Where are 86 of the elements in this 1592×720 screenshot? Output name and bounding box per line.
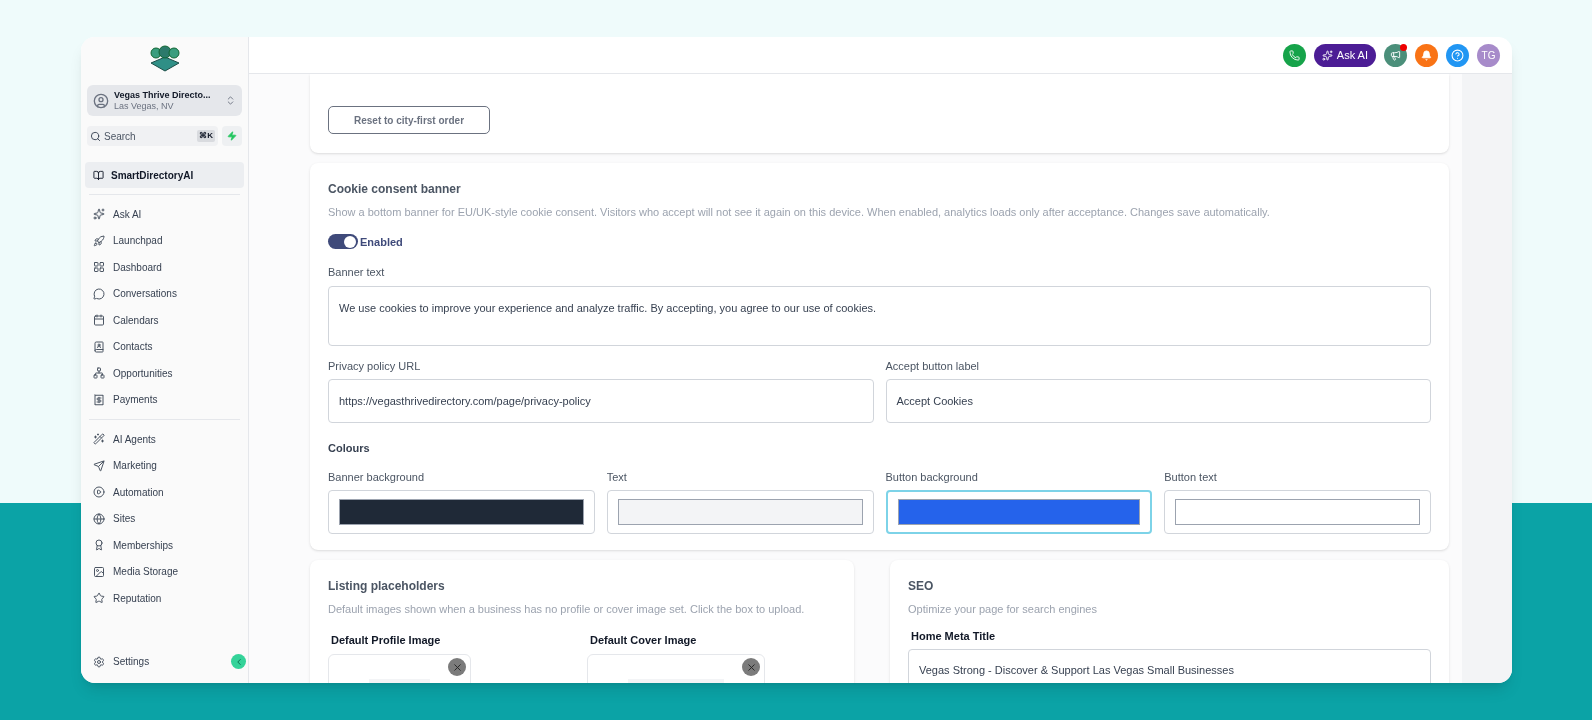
nav-item[interactable]: Sites	[89, 505, 240, 532]
globe-icon	[93, 512, 105, 525]
image-label: Default Cover Image	[589, 632, 698, 648]
text-field[interactable]: https://vegasthrivedirectory.com/page/privacy-policy	[328, 379, 874, 423]
account-name: Vegas Thrive Directo...	[114, 89, 212, 101]
nav-item[interactable]: Marketing	[89, 452, 240, 479]
nav-item[interactable]: Payments	[89, 386, 240, 413]
nav-item[interactable]: Calendars	[89, 307, 240, 334]
shortcut-badge: ⌘K	[197, 130, 215, 142]
network-icon	[93, 367, 105, 380]
workspace-item[interactable]: SmartDirectoryAI	[85, 162, 244, 188]
field-label: Accept button label	[885, 358, 981, 374]
close-icon	[745, 661, 757, 673]
wand-icon	[93, 433, 105, 446]
ask-ai-button[interactable]: Ask AI	[1313, 43, 1376, 67]
nav-item[interactable]: Contacts	[89, 333, 240, 360]
settings-item[interactable]: Settings	[93, 654, 150, 669]
nav-item[interactable]: Media Storage	[89, 558, 240, 585]
toggle-label: Enabled	[360, 234, 403, 250]
remove-image-button[interactable]	[742, 658, 760, 676]
colours-heading: Colours	[328, 441, 371, 456]
sparkles-icon	[93, 208, 105, 221]
section-description: Optimize your page for search engines	[908, 602, 1098, 617]
section-title: SEO	[908, 578, 935, 595]
nav-item[interactable]: Memberships	[89, 532, 240, 559]
lightning-icon	[227, 131, 237, 141]
section-description: Default images shown when a business has no profile or cover image set. Click the box to upload.	[328, 602, 806, 617]
star-icon	[93, 592, 105, 605]
location-avatar-icon	[93, 92, 109, 109]
help-icon	[1451, 48, 1464, 62]
search-icon	[90, 130, 101, 142]
nav-item[interactable]: Launchpad	[89, 227, 240, 254]
text-field[interactable]: Vegas Strong - Discover & Support Las Vegas Small Businesses	[908, 649, 1431, 683]
reset-order-button[interactable]: Reset to city-first order	[328, 106, 491, 134]
account-location: Las Vegas, NV	[114, 100, 175, 112]
section-title: Listing placeholders	[328, 578, 446, 595]
address-book-icon	[93, 340, 105, 353]
receipt-icon	[93, 393, 105, 406]
field-label: Banner background	[328, 469, 425, 485]
section-title: Cookie consent banner	[328, 181, 462, 198]
play-circle-icon	[93, 486, 105, 499]
account-switcher[interactable]: Vegas Thrive Directo... Las Vegas, NV	[87, 85, 242, 116]
nav-item[interactable]: Ask AI	[89, 201, 240, 228]
remove-image-button[interactable]	[448, 658, 466, 676]
section-description: Show a bottom banner for EU/UK-style cookie consent. Visitors who accept will not see it again on this device. When enabled, analytics loads only after acceptance. Changes save automatically.	[328, 205, 1271, 220]
announcements-button[interactable]	[1384, 43, 1407, 67]
book-icon	[93, 169, 104, 181]
phone-button[interactable]	[1282, 43, 1306, 67]
paper-plane-icon	[93, 459, 105, 472]
chevrons-icon	[225, 95, 236, 106]
image-icon	[93, 565, 105, 578]
collapse-button[interactable]	[231, 654, 246, 669]
field-label: Button background	[885, 469, 979, 485]
megaphone-icon	[1390, 49, 1401, 61]
toggle-switch[interactable]	[328, 234, 358, 250]
field-label: Home Meta Title	[910, 628, 997, 644]
nav-item[interactable]: Conversations	[89, 280, 240, 307]
field-label: Privacy policy URL	[328, 358, 422, 374]
notifications-button[interactable]	[1415, 43, 1438, 67]
close-icon	[451, 661, 463, 673]
nav-item[interactable]: Opportunities	[89, 360, 240, 387]
sparkles-icon	[1321, 49, 1333, 61]
field-label: Text	[606, 469, 628, 485]
phone-icon	[1288, 49, 1300, 61]
nav-item[interactable]: AI Agents	[89, 426, 240, 453]
bell-icon	[1421, 49, 1432, 61]
nav-item[interactable]: Reputation	[89, 585, 240, 612]
image-label: Default Profile Image	[330, 632, 442, 648]
grid-icon	[93, 261, 105, 274]
calendar-icon	[93, 314, 105, 327]
search-field[interactable]: Search ⌘K	[87, 126, 218, 146]
award-icon	[93, 539, 105, 552]
color-picker-field[interactable]	[885, 490, 1153, 534]
rocket-icon	[93, 234, 105, 247]
field-label: Button text	[1164, 469, 1218, 485]
color-picker-field[interactable]	[606, 490, 874, 534]
field-label: Banner text	[328, 265, 386, 280]
color-picker-field[interactable]	[1164, 490, 1431, 534]
nav-item[interactable]: Automation	[89, 479, 240, 506]
text-field[interactable]: We use cookies to improve your experience and analyze traffic. By accepting, you agree to our use of cookies.	[328, 285, 1431, 346]
text-field[interactable]: Accept Cookies	[885, 379, 1431, 423]
color-picker-field[interactable]	[328, 490, 595, 534]
help-button[interactable]	[1446, 43, 1469, 67]
chat-bubble-icon	[93, 287, 105, 300]
settings-icon	[93, 655, 105, 668]
nav-item[interactable]: Dashboard	[89, 254, 240, 281]
